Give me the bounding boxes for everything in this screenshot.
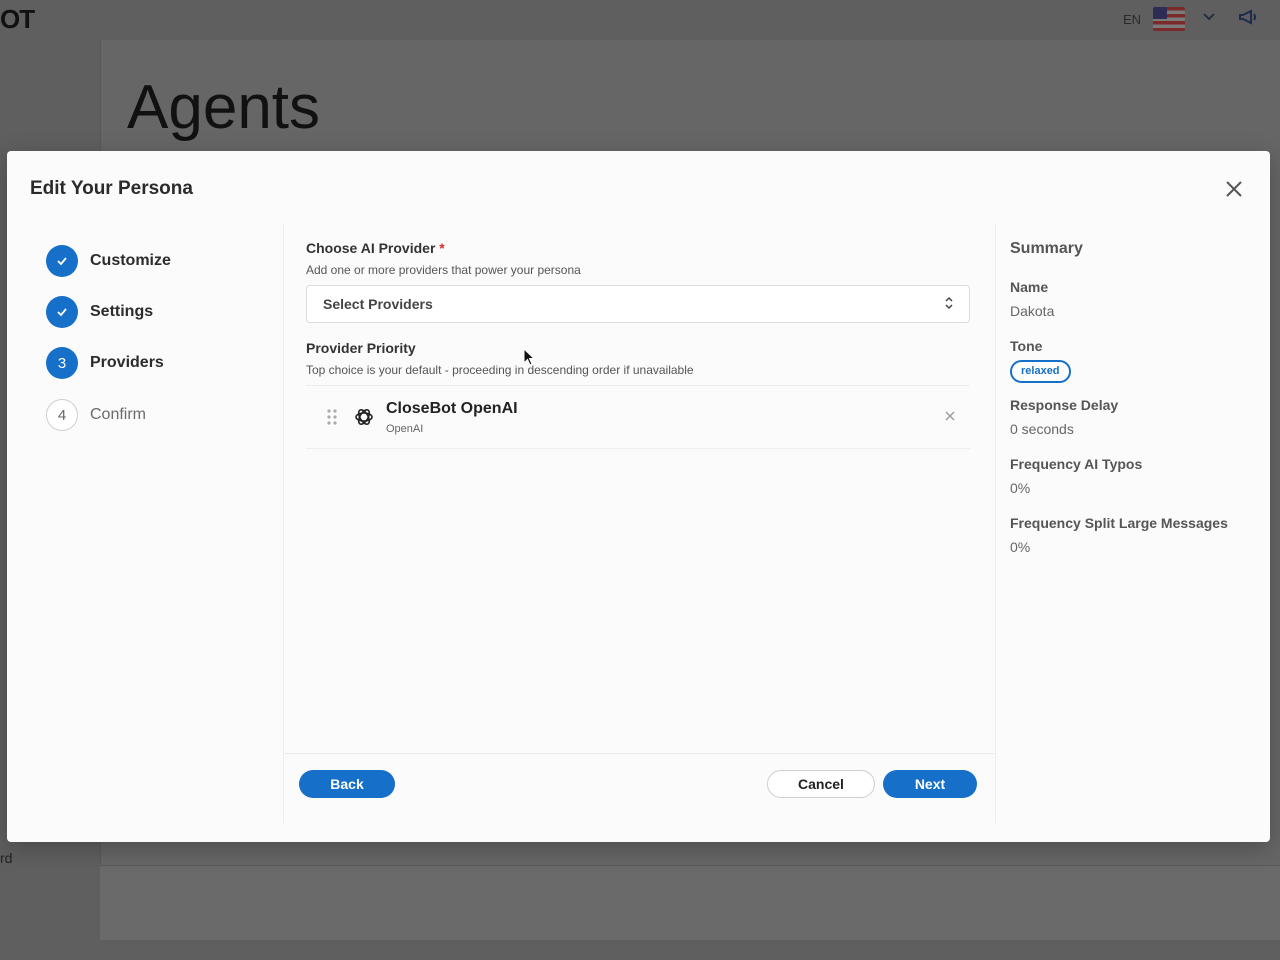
footer-divider	[284, 753, 995, 754]
edit-persona-modal: Edit Your Persona Customize Settings 3 P…	[7, 151, 1270, 842]
summary-title: Summary	[1010, 240, 1083, 257]
step-confirm[interactable]: 4 Confirm	[46, 399, 146, 431]
summary-split-value: 0%	[1010, 539, 1031, 555]
summary-name-value: Dakota	[1010, 303, 1055, 319]
summary-name-label: Name	[1010, 279, 1049, 295]
column-divider	[995, 223, 996, 823]
provider-field-help: Add one or more providers that power you…	[306, 263, 581, 277]
summary-delay-label: Response Delay	[1010, 397, 1119, 413]
step-label: Settings	[90, 303, 154, 320]
required-mark: *	[439, 240, 445, 256]
select-placeholder: Select Providers	[323, 296, 433, 312]
step-providers[interactable]: 3 Providers	[46, 347, 164, 379]
step-label: Providers	[90, 354, 164, 371]
drag-handle-icon[interactable]	[326, 408, 338, 426]
summary-typos-label: Frequency AI Typos	[1010, 456, 1143, 472]
page-title: Agents	[127, 73, 321, 142]
summary-delay-value: 0 seconds	[1010, 421, 1074, 437]
language-label[interactable]: EN	[1123, 12, 1141, 27]
priority-help: Top choice is your default - proceeding …	[306, 363, 694, 377]
us-flag-icon[interactable]	[1153, 7, 1185, 31]
providers-select[interactable]: Select Providers	[306, 285, 970, 323]
remove-icon[interactable]	[942, 408, 958, 424]
sidebar-text-fragment: rd	[0, 850, 13, 866]
priority-label: Provider Priority	[306, 340, 416, 356]
app-logo: OT	[0, 4, 35, 34]
megaphone-icon[interactable]	[1237, 6, 1259, 34]
background-lower-card	[100, 865, 1280, 940]
provider-name: CloseBot OpenAI	[386, 400, 518, 417]
step-settings[interactable]: Settings	[46, 296, 153, 328]
provider-field-label: Choose AI Provider *	[306, 240, 445, 256]
column-divider	[283, 223, 284, 823]
modal-title: Edit Your Persona	[30, 178, 193, 199]
step-customize[interactable]: Customize	[46, 245, 171, 277]
chevron-down-icon[interactable]	[1201, 8, 1217, 29]
chevron-up-down-icon	[945, 296, 953, 310]
mouse-cursor-icon	[523, 348, 535, 366]
step-label: Customize	[90, 252, 171, 269]
step-number: 4	[46, 399, 78, 431]
summary-typos-value: 0%	[1010, 480, 1031, 496]
tone-badge: relaxed	[1010, 360, 1071, 383]
provider-list-item[interactable]: CloseBot OpenAI OpenAI	[306, 385, 970, 449]
back-button[interactable]: Back	[299, 770, 395, 798]
cancel-button[interactable]: Cancel	[767, 770, 875, 798]
check-icon	[46, 296, 78, 328]
step-label: Confirm	[90, 406, 147, 423]
summary-tone-label: Tone	[1010, 338, 1043, 354]
step-number: 3	[46, 347, 78, 379]
close-icon[interactable]	[1222, 177, 1246, 201]
check-icon	[46, 245, 78, 277]
summary-split-label: Frequency Split Large Messages	[1010, 515, 1228, 531]
provider-field-label-text: Choose AI Provider	[306, 240, 436, 256]
next-button[interactable]: Next	[883, 770, 977, 798]
openai-icon	[355, 408, 373, 426]
provider-type: OpenAI	[386, 423, 424, 435]
